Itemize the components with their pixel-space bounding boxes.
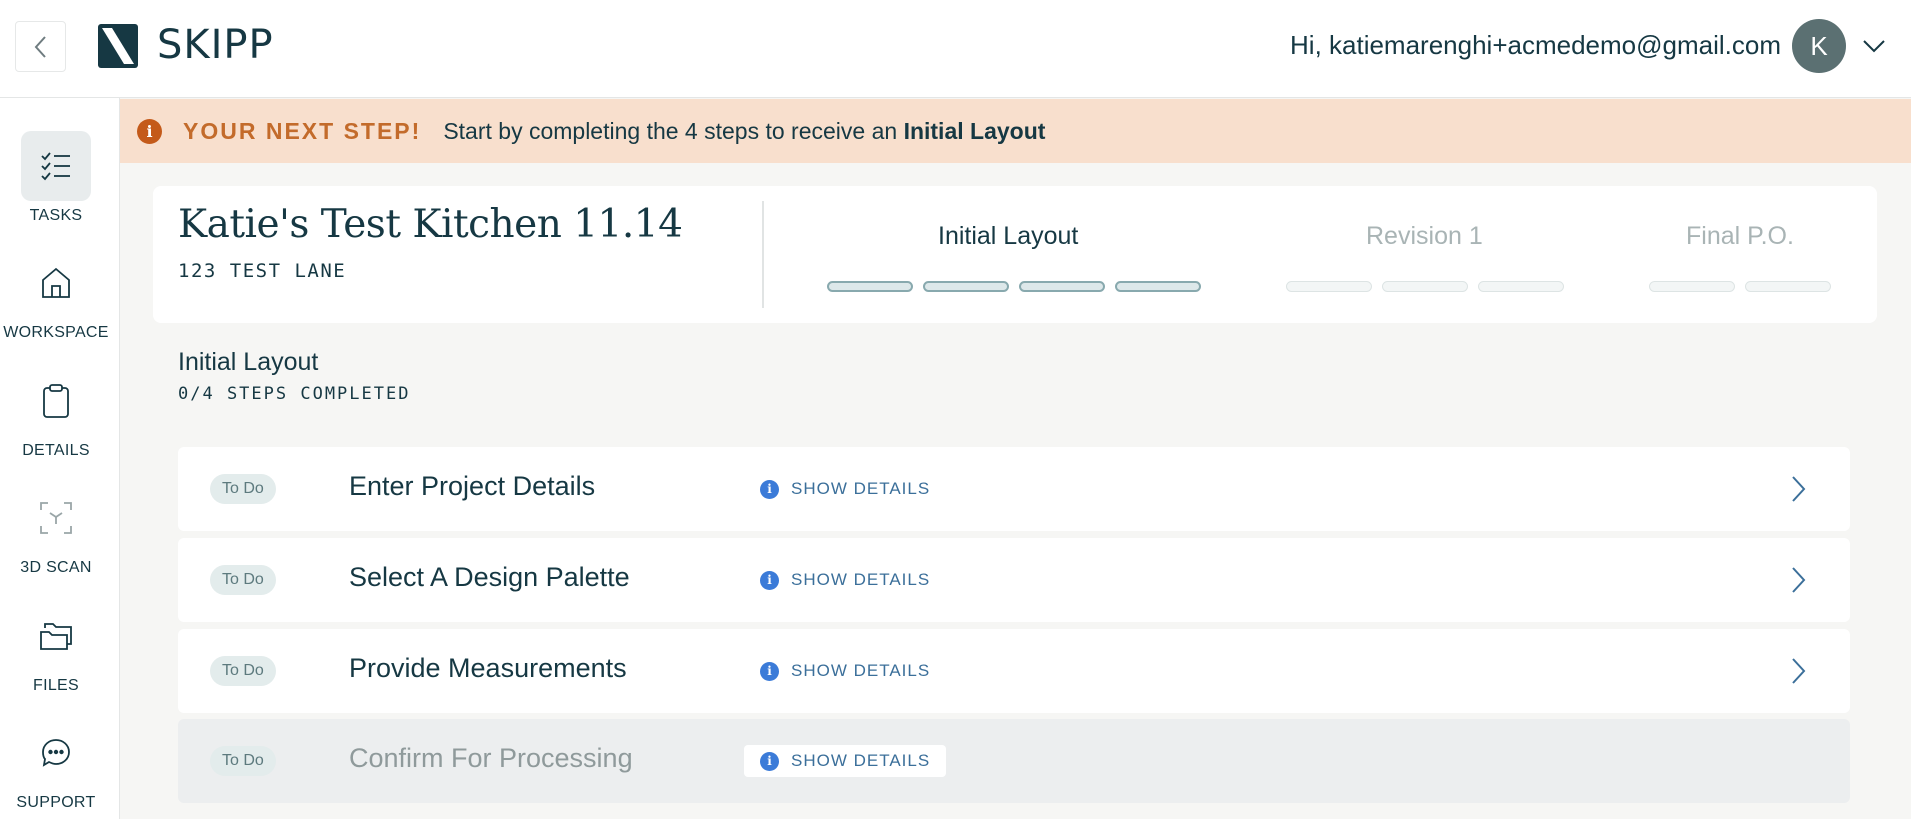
status-badge: To Do [210,474,276,504]
chevron-down-icon[interactable] [1860,32,1888,60]
brand-name: SKIPP [157,22,274,68]
banner-message-text: Start by completing the 4 steps to recei… [443,117,904,144]
sidebar-item-support[interactable]: SUPPORT [0,718,112,812]
status-badge: To Do [210,565,276,595]
phase-segment [1115,281,1201,292]
phase-segment [1019,281,1105,292]
sidebar-item-label: SUPPORT [16,794,96,811]
chevron-right-icon[interactable] [1788,565,1808,595]
task-row-provide-measurements[interactable]: To Do Provide Measurements i SHOW DETAIL… [178,629,1850,713]
chevron-right-icon[interactable] [1788,474,1808,504]
task-name: Confirm For Processing [349,743,633,773]
show-details-label: SHOW DETAILS [791,751,931,770]
show-details-button[interactable]: i SHOW DETAILS [744,655,946,687]
clipboard-icon [43,384,69,418]
phase-segment [1478,281,1564,292]
sidebar-item-details[interactable]: DETAILS [0,366,112,460]
sidebar-item-label: WORKSPACE [3,324,109,341]
project-card: Katie's Test Kitchen 11.14 123 TEST LANE… [153,186,1877,323]
chevron-right-icon[interactable] [1788,656,1808,686]
status-badge: To Do [210,656,276,686]
show-details-button[interactable]: i SHOW DETAILS [744,473,946,505]
sidebar-item-workspace[interactable]: WORKSPACE [0,248,112,342]
chat-icon [42,739,70,767]
info-icon: i [760,751,779,771]
sidebar-item-3d-scan[interactable]: 3D SCAN [0,483,112,577]
phase-segment [1286,281,1372,292]
divider [762,201,764,308]
phase-segment [1745,281,1831,292]
info-icon: i [760,570,779,590]
sidebar-item-label: 3D SCAN [20,559,92,576]
scan-icon [40,502,72,534]
phase-final-po: Final P.O. [1686,222,1794,250]
user-greeting: Hi, katiemarenghi+acmedemo@gmail.com [1290,30,1781,60]
show-details-label: SHOW DETAILS [791,661,931,680]
show-details-button[interactable]: i SHOW DETAILS [744,745,947,777]
banner-title: YOUR NEXT STEP! [183,117,422,144]
task-row-enter-project-details[interactable]: To Do Enter Project Details i SHOW DETAI… [178,447,1850,531]
sidebar-item-files[interactable]: FILES [0,601,112,695]
phase-segment [1382,281,1468,292]
phase-initial-layout: Initial Layout [938,222,1079,250]
status-badge: To Do [210,746,276,776]
sidebar-item-label: DETAILS [22,442,90,459]
checklist-icon [41,152,70,181]
info-icon: i [137,118,162,144]
task-name: Provide Measurements [349,653,627,683]
task-name: Select A Design Palette [349,562,630,592]
home-icon [42,267,70,298]
chevron-left-icon [34,35,46,58]
folders-icon [40,623,72,650]
steps-progress: 0/4 STEPS COMPLETED [178,384,411,404]
avatar[interactable]: K [1792,19,1846,73]
phase-segment [827,281,913,292]
project-address: 123 TEST LANE [178,260,347,282]
back-button[interactable] [15,21,66,72]
info-icon: i [760,661,779,681]
sidebar-item-label: FILES [33,677,79,694]
next-step-banner: i YOUR NEXT STEP! Start by completing th… [120,99,1911,163]
sidebar-item-label: TASKS [29,207,83,224]
banner-message: Start by completing the 4 steps to recei… [443,118,1045,145]
phase-segment [1649,281,1735,292]
phase-segment [923,281,1009,292]
section-title: Initial Layout [178,348,319,376]
banner-message-bold: Initial Layout [903,117,1046,144]
sidebar-item-tasks[interactable]: TASKS [0,131,112,225]
top-bar: SKIPP Hi, katiemarenghi+acmedemo@gmail.c… [0,0,1911,98]
skipp-logo-icon[interactable] [98,24,138,68]
info-icon: i [760,479,779,499]
task-name: Enter Project Details [349,471,596,501]
sidebar: TASKS WORKSPACE DETAILS 3D SCAN FILES SU… [0,98,120,819]
phase-revision-1: Revision 1 [1366,222,1483,250]
show-details-label: SHOW DETAILS [791,570,931,589]
task-row-confirm-for-processing: To Do Confirm For Processing i SHOW DETA… [178,719,1850,803]
task-row-select-design-palette[interactable]: To Do Select A Design Palette i SHOW DET… [178,538,1850,622]
show-details-button[interactable]: i SHOW DETAILS [744,564,946,596]
project-name: Katie's Test Kitchen 11.14 [178,202,683,247]
show-details-label: SHOW DETAILS [791,479,931,498]
